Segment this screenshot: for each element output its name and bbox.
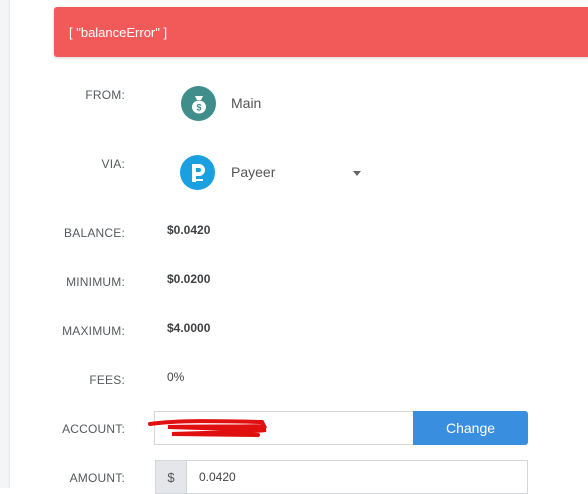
minimum-value: $0.0200 <box>167 272 211 286</box>
fees-value: 0% <box>167 370 185 384</box>
maximum-label: MAXIMUM: <box>62 324 125 338</box>
error-alert-text: [ "balanceError" ] <box>69 24 168 40</box>
money-bag-icon: $ <box>181 86 216 121</box>
maximum-value: $4.0000 <box>167 321 211 335</box>
change-button[interactable]: Change <box>413 411 528 445</box>
minimum-label: MINIMUM: <box>66 275 125 289</box>
redaction-mark <box>148 419 268 437</box>
left-rail <box>0 0 10 488</box>
account-label: ACCOUNT: <box>62 422 125 436</box>
balance-label: BALANCE: <box>64 226 125 240</box>
from-label: FROM: <box>85 88 125 102</box>
svg-text:$: $ <box>196 102 201 112</box>
via-method-select[interactable]: Payeer <box>231 164 275 180</box>
chevron-down-icon[interactable] <box>353 171 361 176</box>
fees-label: FEES: <box>89 373 125 387</box>
amount-label: AMOUNT: <box>69 471 125 485</box>
amount-input[interactable] <box>187 460 528 494</box>
balance-value: $0.0420 <box>167 223 211 237</box>
via-label: VIA: <box>101 157 125 171</box>
error-alert: [ "balanceError" ] <box>54 7 588 57</box>
currency-addon: $ <box>155 460 187 494</box>
from-account-value[interactable]: Main <box>231 95 261 111</box>
payeer-logo-icon <box>180 155 215 190</box>
